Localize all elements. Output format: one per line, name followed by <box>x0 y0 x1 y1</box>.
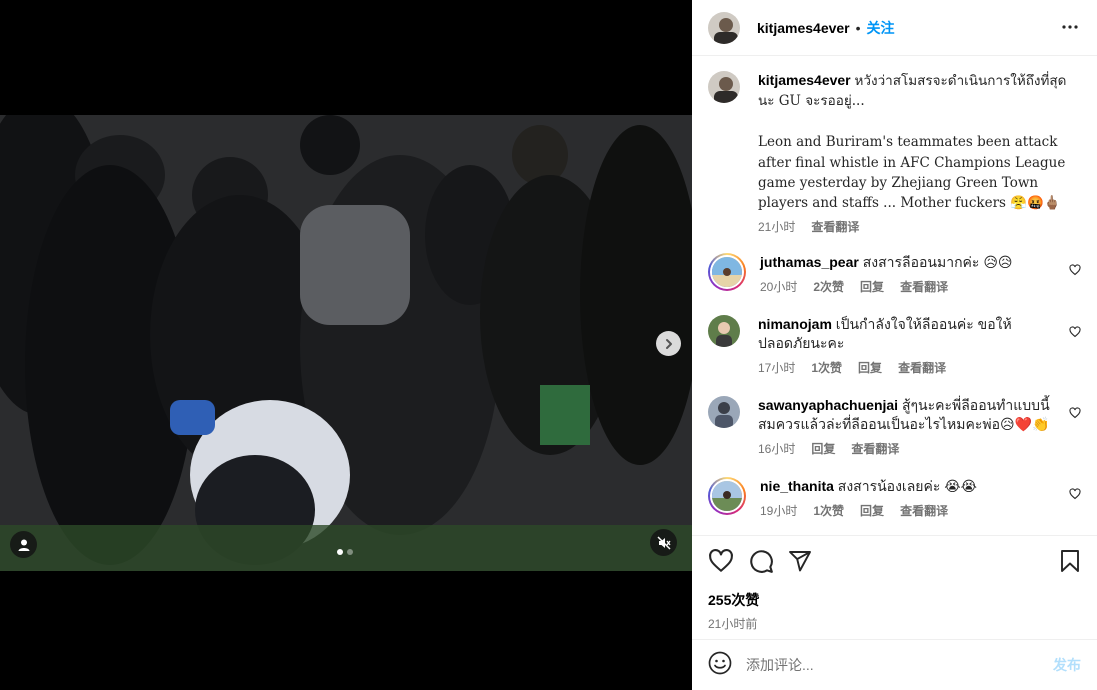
post-video[interactable] <box>0 115 692 571</box>
bookmark-icon <box>1061 550 1079 572</box>
emoji-button[interactable] <box>708 651 732 680</box>
add-comment-bar: 发布 <box>692 639 1097 690</box>
comment-username[interactable]: sawanyaphachuenjai <box>758 397 898 413</box>
emoji-icon <box>708 651 732 674</box>
like-comment-button[interactable] <box>1069 325 1081 343</box>
post-side-panel: kitjames4ever • 关注 kitjames4ever หวังว่า <box>692 0 1097 690</box>
heart-icon <box>1069 264 1081 276</box>
header-separator: • <box>855 19 861 36</box>
muted-speaker-icon <box>656 535 671 550</box>
comment-likes[interactable]: 2次赞 <box>813 278 844 297</box>
post-header: kitjames4ever • 关注 <box>692 0 1097 56</box>
caption-author-avatar[interactable] <box>708 71 740 103</box>
comment-username[interactable]: nimanojam <box>758 316 832 332</box>
comment-time[interactable]: 20小时 <box>760 278 797 297</box>
caption-username[interactable]: kitjames4ever <box>758 72 851 88</box>
commenter-avatar[interactable] <box>708 476 746 515</box>
translate-link[interactable]: 查看翻译 <box>900 278 948 297</box>
more-options-button[interactable] <box>1061 18 1079 41</box>
comment-item: nimanojam เป็นกำลังใจให้ลีออนค่ะ ขอให้ปล… <box>708 314 1081 378</box>
commenter-avatar[interactable] <box>708 314 740 347</box>
carousel-dot-active <box>337 549 343 555</box>
comment-item: juthamas_pear สงสารลีออนมากค่ะ 😥😥 20小时 2… <box>708 252 1081 297</box>
chevron-right-icon <box>665 338 672 349</box>
comment-input[interactable] <box>746 657 1053 673</box>
comment-item: sawanyaphachuenjai สู้ๆนะคะพี่ลีออนทำแบบ… <box>708 395 1081 459</box>
mute-toggle-button[interactable] <box>650 529 677 556</box>
comment-icon <box>750 550 773 573</box>
reply-button[interactable]: 回复 <box>858 359 882 378</box>
reply-button[interactable]: 回复 <box>860 502 884 521</box>
video-frame <box>0 115 692 571</box>
heart-icon <box>709 549 733 572</box>
reply-button[interactable]: 回复 <box>811 440 835 459</box>
caption-time[interactable]: 21小时 <box>758 218 795 237</box>
comment-item: nie_thanita สงสารน้องเลยค่ะ 😭😭 19小时 1次赞 … <box>708 476 1081 521</box>
like-count[interactable]: 255次赞 <box>708 590 1081 610</box>
comments-list[interactable]: kitjames4ever หวังว่าสโมสรจะดำเนินการให้… <box>692 57 1097 535</box>
next-slide-button[interactable] <box>656 331 681 356</box>
commenter-avatar[interactable] <box>708 252 746 291</box>
carousel-indicator <box>337 549 353 555</box>
like-button[interactable] <box>708 541 748 581</box>
like-comment-button[interactable] <box>1069 487 1081 505</box>
post-media <box>0 0 692 690</box>
save-button[interactable] <box>1041 541 1081 581</box>
commenter-avatar[interactable] <box>708 395 740 428</box>
post-actions: 255次赞 21小时前 <box>692 535 1097 639</box>
follow-button[interactable]: 关注 <box>867 18 895 38</box>
comment-likes[interactable]: 1次赞 <box>811 359 842 378</box>
share-button[interactable] <box>788 541 828 581</box>
translate-link[interactable]: 查看翻译 <box>851 440 899 459</box>
translate-link[interactable]: 查看翻译 <box>900 502 948 521</box>
comment-button[interactable] <box>748 541 788 581</box>
post-comment-button[interactable]: 发布 <box>1053 655 1081 675</box>
comment-text: สงสารน้องเลยค่ะ 😭😭 <box>837 477 977 494</box>
user-tag-icon <box>18 539 29 551</box>
share-icon <box>789 551 811 572</box>
heart-icon <box>1069 407 1081 419</box>
comment-time[interactable]: 17小时 <box>758 359 795 378</box>
comment-text: สงสารลีออนมากค่ะ 😥😥 <box>862 253 1013 270</box>
caption-translate-link[interactable]: 查看翻译 <box>811 218 859 237</box>
comment-time[interactable]: 16小时 <box>758 440 795 459</box>
comment-time[interactable]: 19小时 <box>760 502 797 521</box>
reply-button[interactable]: 回复 <box>860 278 884 297</box>
like-comment-button[interactable] <box>1069 406 1081 424</box>
carousel-dot <box>347 549 353 555</box>
author-avatar[interactable] <box>708 11 740 44</box>
post-timestamp[interactable]: 21小时前 <box>708 615 1081 632</box>
comment-username[interactable]: nie_thanita <box>760 478 834 494</box>
comment-likes[interactable]: 1次赞 <box>813 502 844 521</box>
heart-icon <box>1069 326 1081 338</box>
translate-link[interactable]: 查看翻译 <box>898 359 946 378</box>
heart-icon <box>1069 488 1081 500</box>
author-username[interactable]: kitjames4ever <box>757 20 850 36</box>
like-comment-button[interactable] <box>1069 263 1081 281</box>
tagged-users-button[interactable] <box>10 531 37 558</box>
more-horizontal-icon <box>1062 25 1078 29</box>
caption: kitjames4ever หวังว่าสโมสรจะดำเนินการให้… <box>708 71 1081 237</box>
caption-text: หวังว่าสโมสรจะดำเนินการให้ถึงที่สุดนะ GU… <box>758 73 1067 212</box>
comment-username[interactable]: juthamas_pear <box>760 254 859 270</box>
